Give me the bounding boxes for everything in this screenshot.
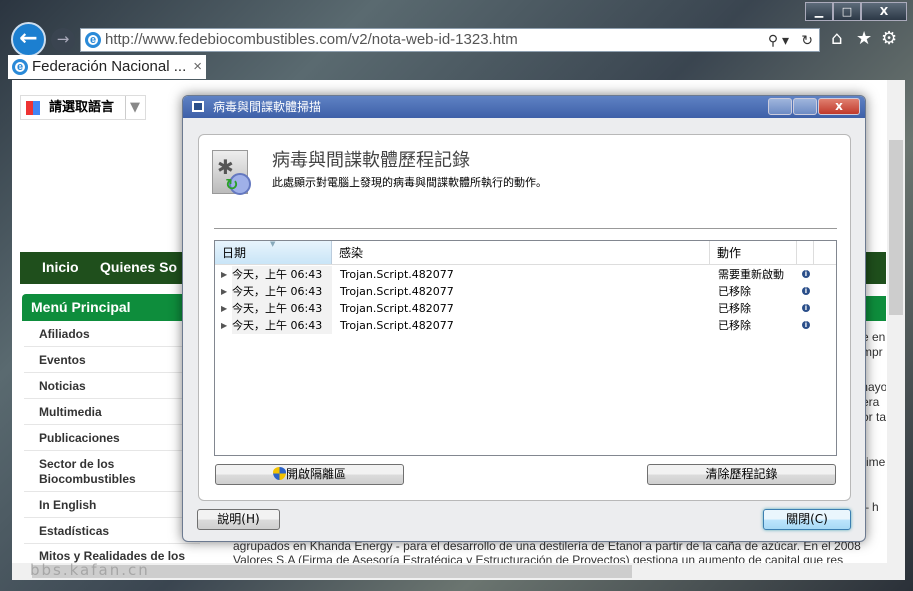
- row-infection: Trojan.Script.482077: [340, 302, 454, 315]
- close-button[interactable]: 關閉(C): [763, 509, 851, 530]
- menu-item-sector[interactable]: Sector de los Biocombustibles: [24, 451, 200, 492]
- antivirus-history-dialog: 病毒與間諜軟體掃描 x ✱ ↻ 病毒與間諜軟體歷程記錄 此處顯示對電腦上發現的病…: [182, 95, 866, 542]
- menu-item-afiliados[interactable]: Afiliados: [24, 321, 200, 347]
- tab-title: Federación Nacional ...: [32, 58, 187, 75]
- menu-item-english[interactable]: In English: [24, 492, 200, 518]
- dialog-title: 病毒與間諜軟體掃描: [213, 100, 322, 114]
- close-window-button[interactable]: X: [861, 2, 907, 21]
- help-button[interactable]: 說明(H): [197, 509, 280, 530]
- expand-arrow-icon[interactable]: ▶: [221, 266, 227, 283]
- row-infection: Trojan.Script.482077: [340, 319, 454, 332]
- row-action: 已移除: [718, 319, 751, 332]
- address-bar[interactable]: e http://www.fedebiocombustibles.com/v2/…: [80, 28, 820, 52]
- table-row[interactable]: ▶ 今天，上午 06:43 Trojan.Script.482077 已移除 i: [216, 283, 836, 300]
- nav-inicio[interactable]: Inicio: [42, 252, 79, 282]
- dialog-subtitle: 此處顯示對電腦上發現的病毒與間諜軟體所執行的動作。: [272, 176, 547, 189]
- scrollbar-thumb[interactable]: [889, 140, 903, 315]
- dialog-minimize-button[interactable]: [768, 98, 792, 115]
- open-quarantine-button[interactable]: 開啟隔離區: [215, 464, 404, 485]
- column-blank: [797, 241, 814, 264]
- maximize-button[interactable]: □: [833, 2, 861, 21]
- dialog-maximize-button[interactable]: [793, 98, 817, 115]
- home-icon[interactable]: ⌂: [831, 28, 842, 49]
- url-text: http://www.fedebiocombustibles.com/v2/no…: [105, 31, 518, 48]
- article-text: agrupados en Khanda Energy - para el des…: [233, 539, 861, 563]
- row-date: 今天，上午 06:43: [232, 283, 332, 300]
- row-action: 已移除: [718, 302, 751, 315]
- dialog-title-bar[interactable]: 病毒與間諜軟體掃描 x: [183, 96, 865, 118]
- ie-icon: e: [85, 32, 101, 48]
- expand-arrow-icon[interactable]: ▶: [221, 300, 227, 317]
- dialog-heading: 病毒與間諜軟體歷程記錄: [272, 150, 470, 171]
- column-date[interactable]: 日期 ▼: [215, 240, 332, 264]
- column-action[interactable]: 動作: [710, 241, 797, 264]
- expand-arrow-icon[interactable]: ▶: [221, 317, 227, 334]
- search-icon[interactable]: ⚲ ▾: [768, 29, 789, 51]
- bug-history-icon: ✱ ↻: [212, 150, 251, 195]
- menu-item-noticias[interactable]: Noticias: [24, 373, 200, 399]
- favorites-star-icon[interactable]: ★: [856, 28, 872, 49]
- menu-item-multimedia[interactable]: Multimedia: [24, 399, 200, 425]
- translate-label: 請選取語言: [49, 100, 115, 115]
- row-infection: Trojan.Script.482077: [340, 285, 454, 298]
- clear-history-button[interactable]: 清除歷程記錄: [647, 464, 836, 485]
- row-infection: Trojan.Script.482077: [340, 268, 454, 281]
- gear-icon[interactable]: ⚙: [881, 28, 897, 49]
- info-icon[interactable]: i: [802, 287, 810, 295]
- tab-federacion[interactable]: e Federación Nacional ... ×: [8, 55, 206, 79]
- vertical-scrollbar[interactable]: [887, 80, 905, 563]
- ie-icon: e: [12, 59, 28, 75]
- dialog-panel: ✱ ↻ 病毒與間諜軟體歷程記錄 此處顯示對電腦上發現的病毒與間諜軟體所執行的動作…: [198, 134, 851, 501]
- nav-quienes-somos[interactable]: Quienes So: [100, 252, 177, 282]
- row-action: 需要重新啟動: [718, 268, 784, 281]
- menu-title: Menú Principal: [22, 294, 202, 321]
- tab-close-icon[interactable]: ×: [193, 55, 202, 78]
- info-icon[interactable]: i: [802, 304, 810, 312]
- table-row[interactable]: ▶ 今天，上午 06:43 Trojan.Script.482077 已移除 i: [216, 300, 836, 317]
- shield-icon: [272, 467, 286, 480]
- row-date: 今天，上午 06:43: [232, 317, 332, 334]
- menu-item-eventos[interactable]: Eventos: [24, 347, 200, 373]
- menu-item-publicaciones[interactable]: Publicaciones: [24, 425, 200, 451]
- row-action: 已移除: [718, 285, 751, 298]
- row-date: 今天，上午 06:43: [232, 300, 332, 317]
- info-icon[interactable]: i: [802, 270, 810, 278]
- sort-arrow-icon: ▼: [270, 240, 276, 248]
- google-translate-icon: [26, 101, 40, 115]
- forward-icon[interactable]: →: [51, 28, 75, 52]
- row-date: 今天，上午 06:43: [232, 266, 332, 283]
- refresh-icon[interactable]: ↻: [801, 29, 813, 51]
- watermark: bbs.kafan.cn: [30, 561, 150, 579]
- history-list[interactable]: 日期 ▼ 感染 動作 ▶ 今天，上午 06:43 Trojan.Script.48…: [214, 240, 837, 456]
- chevron-down-icon: ▼: [125, 96, 140, 119]
- separator: [214, 228, 837, 229]
- dialog-close-button[interactable]: x: [818, 98, 860, 115]
- list-header: 日期 ▼ 感染 動作: [215, 240, 836, 265]
- expand-arrow-icon[interactable]: ▶: [221, 283, 227, 300]
- translate-widget[interactable]: 請選取語言 ▼: [20, 95, 146, 120]
- back-icon[interactable]: ←: [11, 22, 46, 57]
- column-infection[interactable]: 感染: [332, 241, 710, 264]
- table-row[interactable]: ▶ 今天，上午 06:43 Trojan.Script.482077 需要重新啟…: [216, 266, 836, 283]
- info-icon[interactable]: i: [802, 321, 810, 329]
- menu-item-estadisticas[interactable]: Estadísticas: [24, 518, 200, 544]
- table-row[interactable]: ▶ 今天，上午 06:43 Trojan.Script.482077 已移除 i: [216, 317, 836, 334]
- minimize-button[interactable]: ▁: [805, 2, 833, 21]
- computer-icon: [192, 101, 204, 112]
